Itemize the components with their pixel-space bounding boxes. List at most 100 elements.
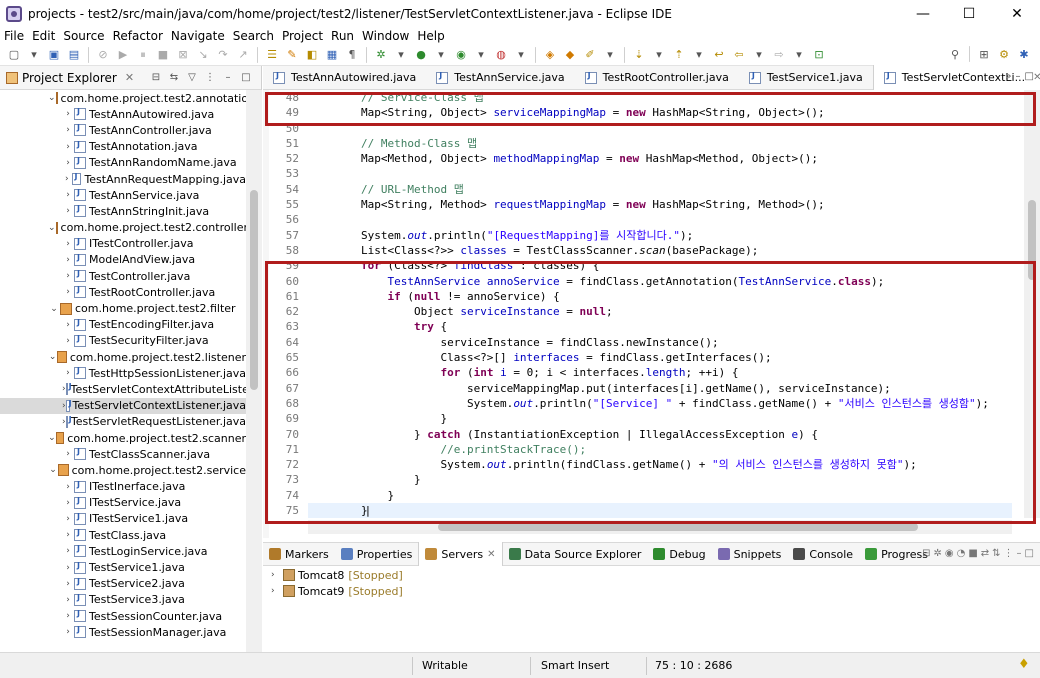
tree-package[interactable]: ⌄ com.home.project.test2.scanner [0,430,246,446]
tree-file[interactable]: › ITestService1.java [0,511,246,527]
tree-package[interactable]: ⌄ com.home.project.test2.filter [0,300,246,316]
maximize-view-icon[interactable]: □ [1025,71,1034,82]
maximize-view-icon[interactable]: □ [1025,548,1034,559]
code-line[interactable]: } catch (InstantiationException | Illega… [308,427,1012,442]
tree-file[interactable]: › TestController.java [0,268,246,284]
show-whitespace-icon[interactable]: ¶ [344,47,360,63]
external-tools-icon[interactable]: ◍ [493,47,509,63]
code-line[interactable]: Map<String, Method> requestMappingMap = … [308,197,1012,212]
code-line[interactable]: for (int i = 0; i < interfaces.length; +… [308,365,1012,380]
terminate-icon[interactable]: ■ [155,47,171,63]
tree-package[interactable]: ⌄ com.home.project.test2.annotation [0,90,246,106]
tree-file[interactable]: › TestAnnAutowired.java [0,106,246,122]
collapsed-icon[interactable]: › [62,498,74,508]
collapsed-icon[interactable]: › [62,611,74,621]
step-over-icon[interactable]: ↷ [215,47,231,63]
collapsed-icon[interactable]: › [62,595,74,605]
expanded-icon[interactable]: ⌄ [48,93,56,103]
stop-server-icon[interactable]: ■ [968,548,977,559]
bottom-tab[interactable]: Markers [263,542,335,566]
tree-file[interactable]: › ModelAndView.java [0,252,246,268]
collapsed-icon[interactable]: › [62,514,74,524]
prev-annotation-icon[interactable]: ⇡ [671,47,687,63]
search-icon[interactable]: ⚲ [947,46,963,62]
collapsed-icon[interactable]: › [62,368,74,378]
tree-file[interactable]: › TestHttpSessionListener.java [0,365,246,381]
bottom-tab[interactable]: Debug [647,542,711,566]
save-all-icon[interactable]: ▤ [66,47,82,63]
maximize-view-icon[interactable]: □ [239,70,253,84]
coverage-icon[interactable]: ◉ [453,47,469,63]
next-annotation-icon[interactable]: ⇣ [631,47,647,63]
open-perspective-icon[interactable]: ⊞ [976,46,992,62]
suspend-icon[interactable]: ⏸ [135,47,151,63]
collapsed-icon[interactable]: › [62,287,74,297]
bottom-tab[interactable]: Properties [335,542,419,566]
collapse-icon[interactable]: ⊟ [922,548,930,559]
filter-icon[interactable]: ▽ [185,70,199,84]
maximize-button[interactable]: ☐ [946,0,992,28]
save-icon[interactable]: ▣ [46,47,62,63]
code-line[interactable]: }| [308,503,1012,518]
editor-horizontal-scrollbar[interactable] [308,520,1012,534]
menu-search[interactable]: Search [229,29,278,43]
code-line[interactable] [308,121,1012,136]
resume-icon[interactable]: ▶ [115,47,131,63]
tree-package[interactable]: ⌄ com.home.project.test2.listener [0,349,246,365]
more-tabs-icon[interactable]: » [1005,71,1011,82]
collapsed-icon[interactable]: › [62,158,74,168]
bottom-tab[interactable]: Console [787,542,859,566]
collapsed-icon[interactable]: › [62,530,74,540]
editor-vertical-scrollbar[interactable] [1024,90,1040,518]
link-with-editor-icon[interactable]: ⇆ [167,70,181,84]
menu-navigate[interactable]: Navigate [167,29,229,43]
tree-file[interactable]: › TestAnnotation.java [0,139,246,155]
minimize-view-icon[interactable]: – [1017,548,1022,559]
collapsed-icon[interactable]: › [62,255,74,265]
dropdown-icon[interactable]: ▾ [651,47,667,63]
menu-source[interactable]: Source [59,29,108,43]
step-into-icon[interactable]: ↘ [195,47,211,63]
open-type-icon[interactable]: ◈ [542,47,558,63]
code-line[interactable]: // Service-Class 맵 [308,90,1012,105]
dropdown-icon[interactable]: ▾ [751,47,767,63]
tree-file[interactable]: › TestEncodingFilter.java [0,317,246,333]
collapsed-icon[interactable]: › [62,271,74,281]
menu-project[interactable]: Project [278,29,327,43]
code-area[interactable]: // Service-Class 맵 Map<String, Object> s… [308,90,1012,518]
tree-file[interactable]: › TestSecurityFilter.java [0,333,246,349]
expanded-icon[interactable]: ⌄ [48,352,57,362]
bottom-tab[interactable]: Data Source Explorer [503,542,648,566]
expanded-icon[interactable]: ⌄ [48,304,60,314]
tree-file[interactable]: › TestRootController.java [0,284,246,300]
mark-occurrences-icon[interactable]: ◧ [304,47,320,63]
minimize-button[interactable]: — [900,0,946,28]
menu-help[interactable]: Help [413,29,448,43]
clean-icon[interactable]: ⇅ [992,548,1000,559]
collapsed-icon[interactable]: › [62,190,74,200]
tree-file[interactable]: › TestService1.java [0,559,246,575]
code-line[interactable]: } [308,411,1012,426]
collapsed-icon[interactable]: › [271,586,283,596]
dropdown-icon[interactable]: ▾ [473,47,489,63]
code-line[interactable]: //e.printStackTrace(); [308,442,1012,457]
block-selection-icon[interactable]: ▦ [324,47,340,63]
new-icon[interactable]: ▢ [6,47,22,63]
dropdown-icon[interactable]: ▾ [602,47,618,63]
dropdown-icon[interactable]: ▾ [433,47,449,63]
tree-file[interactable]: › TestService3.java [0,592,246,608]
last-edit-icon[interactable]: ↩ [711,47,727,63]
skip-breakpoints-icon[interactable]: ⊘ [95,47,111,63]
code-line[interactable]: Class<?>[] interfaces = findClass.getInt… [308,350,1012,365]
start-server-icon[interactable]: ◉ [945,548,954,559]
dropdown-icon[interactable]: ▾ [691,47,707,63]
code-line[interactable]: TestAnnService annoService = findClass.g… [308,274,1012,289]
code-line[interactable]: List<Class<?>> classes = TestClassScanne… [308,243,1012,258]
collapsed-icon[interactable]: › [62,142,74,152]
code-line[interactable]: System.out.println(findClass.getName() +… [308,457,1012,472]
scrollbar-thumb[interactable] [438,523,918,531]
debug-icon[interactable]: ✲ [373,47,389,63]
collapsed-icon[interactable]: › [62,125,74,135]
tree-file[interactable]: ›TestServletRequestListener.java [0,414,246,430]
back-icon[interactable]: ⇦ [731,47,747,63]
